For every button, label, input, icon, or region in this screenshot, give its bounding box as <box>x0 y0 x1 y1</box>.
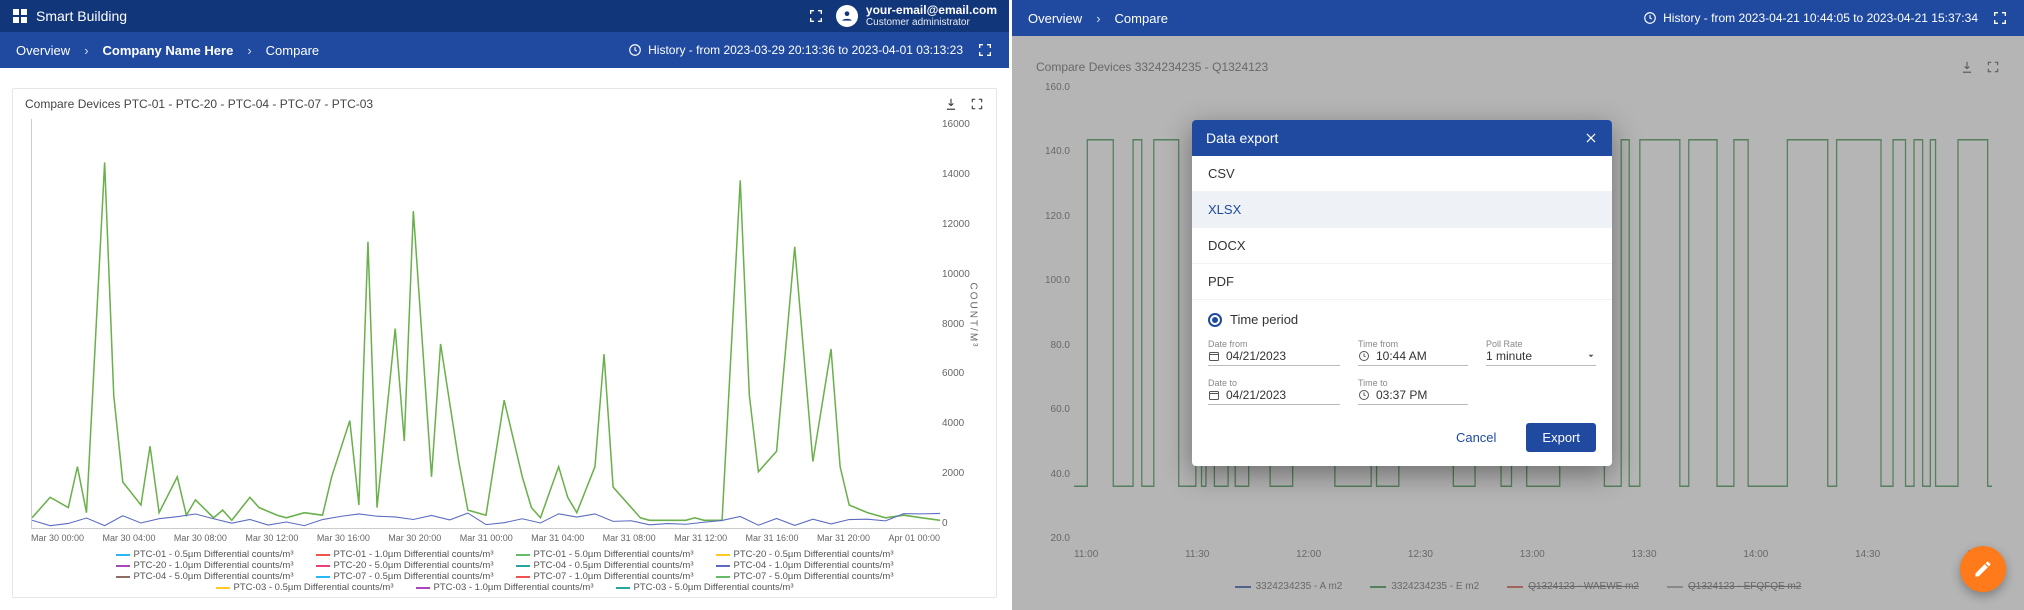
user-block[interactable]: your-email@email.com Customer administra… <box>866 4 997 28</box>
chevron-down-icon <box>1586 351 1596 361</box>
date-to-field[interactable]: Date to 04/21/2023 <box>1208 376 1340 405</box>
clock-icon <box>1358 389 1370 401</box>
legend-item[interactable]: PTC-03 - 0.5µm Differential counts/m³ <box>216 582 394 593</box>
left-screenshot: Smart Building your-email@email.com Cust… <box>0 0 1012 610</box>
export-format-option[interactable]: DOCX <box>1192 228 1612 264</box>
legend-item[interactable]: PTC-07 - 5.0µm Differential counts/m³ <box>716 571 894 582</box>
calendar-icon <box>1208 350 1220 362</box>
expand-card-icon[interactable] <box>970 97 984 111</box>
modal-title: Data export <box>1206 130 1278 146</box>
user-email: your-email@email.com <box>866 4 997 17</box>
breadcrumb-bar: Overview › Compare History - from 2023-0… <box>1012 0 2024 36</box>
fullscreen-icon[interactable] <box>804 8 828 24</box>
pencil-icon <box>1973 559 1993 579</box>
poll-rate-field[interactable]: Poll Rate 1 minute <box>1486 337 1596 366</box>
cancel-button[interactable]: Cancel <box>1440 423 1512 452</box>
app-topbar: Smart Building your-email@email.com Cust… <box>0 0 1009 32</box>
legend-item[interactable]: PTC-20 - 0.5µm Differential counts/m³ <box>716 549 894 560</box>
right-screenshot: Overview › Compare History - from 2023-0… <box>1012 0 2024 610</box>
chart-legend: PTC-01 - 0.5µm Differential counts/m³PTC… <box>41 549 968 593</box>
clock-icon <box>628 43 642 57</box>
crumb-compare[interactable]: Compare <box>1115 11 1168 26</box>
breadcrumb: Overview › Company Name Here › Compare <box>16 43 319 58</box>
calendar-icon <box>1208 389 1220 401</box>
export-format-option[interactable]: CSV <box>1192 156 1612 192</box>
user-role: Customer administrator <box>866 17 997 28</box>
close-icon[interactable] <box>1584 131 1598 145</box>
legend-item[interactable]: PTC-01 - 0.5µm Differential counts/m³ <box>116 549 294 560</box>
export-format-option[interactable]: XLSX <box>1192 192 1612 228</box>
legend-item[interactable]: PTC-03 - 5.0µm Differential counts/m³ <box>616 582 794 593</box>
chart-card: Compare Devices PTC-01 - PTC-20 - PTC-04… <box>12 88 997 598</box>
export-button[interactable]: Export <box>1526 423 1596 452</box>
expand-icon[interactable] <box>1992 10 2008 26</box>
download-icon[interactable] <box>944 97 958 111</box>
export-format-option[interactable]: PDF <box>1192 264 1612 300</box>
date-from-field[interactable]: Date from 04/21/2023 <box>1208 337 1340 366</box>
fab-edit-button[interactable] <box>1960 546 2006 592</box>
clock-icon <box>1358 350 1370 362</box>
crumb-overview[interactable]: Overview <box>1028 11 1082 26</box>
clock-icon <box>1643 11 1657 25</box>
user-avatar-icon[interactable] <box>836 5 858 27</box>
radio-icon <box>1208 313 1222 327</box>
modal-header: Data export <box>1192 120 1612 156</box>
legend-item[interactable]: PTC-01 - 5.0µm Differential counts/m³ <box>516 549 694 560</box>
expand-icon[interactable] <box>977 42 993 58</box>
brand-title: Smart Building <box>36 8 127 24</box>
chart-plot: 1600014000120001000080006000400020000 CO… <box>21 119 988 597</box>
brand-icon <box>12 8 28 24</box>
time-period-radio[interactable]: Time period <box>1192 300 1612 329</box>
chart-title-bar: Compare Devices PTC-01 - PTC-20 - PTC-04… <box>13 89 996 119</box>
crumb-company[interactable]: Company Name Here <box>103 43 234 58</box>
legend-item[interactable]: PTC-04 - 0.5µm Differential counts/m³ <box>516 560 694 571</box>
data-export-modal: Data export CSVXLSXDOCXPDF Time period D… <box>1192 120 1612 466</box>
breadcrumb: Overview › Compare <box>1028 11 1168 26</box>
time-from-field[interactable]: Time from 10:44 AM <box>1358 337 1468 366</box>
history-range[interactable]: History - from 2023-03-29 20:13:36 to 20… <box>628 43 963 57</box>
chart-title: Compare Devices PTC-01 - PTC-20 - PTC-04… <box>25 97 373 111</box>
history-range[interactable]: History - from 2023-04-21 10:44:05 to 20… <box>1643 11 1978 25</box>
x-axis: Mar 30 00:00Mar 30 04:00Mar 30 08:00Mar … <box>31 533 940 543</box>
chart-area[interactable] <box>31 119 940 529</box>
legend-item[interactable]: PTC-20 - 1.0µm Differential counts/m³ <box>116 560 294 571</box>
crumb-compare[interactable]: Compare <box>266 43 319 58</box>
crumb-overview[interactable]: Overview <box>16 43 70 58</box>
legend-item[interactable]: PTC-04 - 5.0µm Differential counts/m³ <box>116 571 294 582</box>
breadcrumb-bar: Overview › Company Name Here › Compare H… <box>0 32 1009 68</box>
legend-item[interactable]: PTC-07 - 1.0µm Differential counts/m³ <box>516 571 694 582</box>
legend-item[interactable]: PTC-04 - 1.0µm Differential counts/m³ <box>716 560 894 571</box>
legend-item[interactable]: PTC-03 - 1.0µm Differential counts/m³ <box>416 582 594 593</box>
legend-item[interactable]: PTC-07 - 0.5µm Differential counts/m³ <box>316 571 494 582</box>
y-axis-label: COUNT/M³ <box>968 283 979 349</box>
legend-item[interactable]: PTC-01 - 1.0µm Differential counts/m³ <box>316 549 494 560</box>
time-to-field[interactable]: Time to 03:37 PM <box>1358 376 1468 405</box>
legend-item[interactable]: PTC-20 - 5.0µm Differential counts/m³ <box>316 560 494 571</box>
